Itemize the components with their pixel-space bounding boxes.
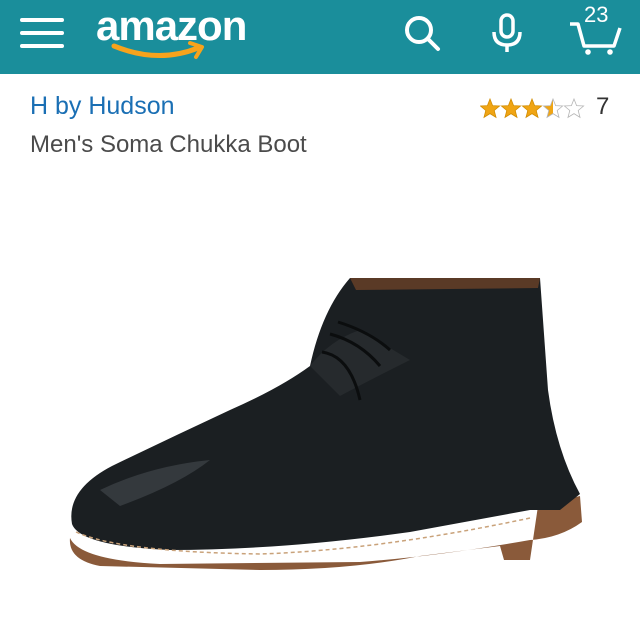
star-1-icon — [480, 98, 501, 118]
menu-icon[interactable] — [20, 14, 66, 52]
brand-link[interactable]: H by Hudson — [30, 92, 175, 121]
search-icon[interactable] — [400, 10, 446, 56]
star-3-icon — [521, 98, 543, 118]
star-5-icon — [563, 98, 585, 118]
rating-count[interactable]: 7 — [596, 93, 609, 121]
star-4-half-icon — [542, 98, 564, 118]
product-image-boot[interactable] — [60, 270, 590, 590]
star-rating[interactable] — [480, 94, 590, 122]
top-navigation-bar: amazon 23 — [0, 0, 640, 74]
product-title: Men's Soma Chukka Boot — [30, 131, 307, 158]
star-2-icon — [500, 98, 522, 118]
smile-arrow-icon — [111, 41, 204, 59]
cart-count-badge: 23 — [584, 2, 609, 27]
amazon-logo[interactable]: amazon — [96, 2, 256, 64]
microphone-icon[interactable] — [484, 10, 530, 56]
